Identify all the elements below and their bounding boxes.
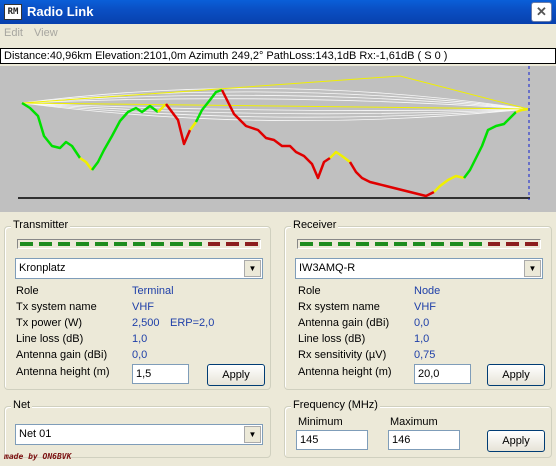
signal-segment-green (95, 242, 108, 246)
field-label: Tx power (W) (16, 317, 82, 329)
rx-signal-meter (297, 239, 541, 249)
menu-view[interactable]: View (34, 27, 58, 39)
line-of-sight (21, 75, 529, 110)
frequency-title: Frequency (MHz) (291, 399, 380, 411)
receiver-panel: Receiver IW3AMQ-R ▼ Antenna height (m) 2… (284, 219, 552, 390)
signal-segment-red (207, 242, 221, 246)
signal-segment-green (393, 242, 407, 246)
frequency-panel: Frequency (MHz) Minimum 145 Maximum 146 … (284, 399, 552, 458)
signal-segment-green (431, 242, 445, 246)
window-title: Radio Link (27, 4, 94, 19)
transmitter-title: Transmitter (11, 219, 71, 231)
signal-segment-green (132, 242, 146, 246)
rx-antenna-height-input[interactable]: 20,0 (414, 364, 471, 384)
field-value: VHF (414, 301, 436, 313)
signal-segment-green (300, 242, 313, 246)
signal-segment-green (38, 242, 52, 246)
signal-segment-red (226, 242, 240, 246)
signal-segment-green (151, 242, 165, 246)
signal-segment-green (450, 242, 463, 246)
frequency-min-label: Minimum (298, 416, 343, 428)
tx-antenna-height-input[interactable]: 1,5 (132, 364, 189, 384)
app-icon: RM (4, 4, 22, 20)
frequency-min-input[interactable]: 145 (296, 430, 368, 450)
field-value: Node (414, 285, 441, 297)
chevron-down-icon[interactable]: ▼ (244, 260, 261, 277)
net-panel: Net Net 01 ▼ (4, 399, 271, 458)
transmitter-panel: Transmitter Kronplatz ▼ Antenna height (… (4, 219, 271, 390)
signal-segment-green (57, 242, 71, 246)
terrain-profile (0, 66, 556, 212)
signal-segment-red (245, 242, 258, 246)
net-title: Net (11, 399, 33, 411)
title-bar: RM Radio Link ✕ (0, 0, 556, 24)
link-info-bar: Distance:40,96km Elevation:2101,0m Azimu… (0, 48, 556, 64)
frequency-max-input[interactable]: 146 (388, 430, 460, 450)
signal-segment-green (318, 242, 332, 246)
tx-signal-meter (17, 239, 261, 249)
field-value: Terminal (132, 285, 174, 297)
field-label: Line loss (dB) (16, 333, 84, 345)
receiver-title: Receiver (291, 219, 339, 231)
signal-segment-red (487, 242, 501, 246)
field-extra-value: ERP=2,0 (170, 317, 215, 329)
field-label: Line loss (dB) (298, 333, 366, 345)
field-value: 0,0 (414, 317, 430, 329)
signal-segment-green (188, 242, 202, 246)
field-label: Role (16, 285, 39, 297)
signal-segment-green (337, 242, 351, 246)
frequency-max-label: Maximum (390, 416, 438, 428)
tx-site-value: Kronplatz (19, 262, 66, 274)
rx-antenna-label: Antenna height (m) (298, 366, 392, 378)
tx-site-select[interactable]: Kronplatz ▼ (15, 258, 263, 279)
field-value: 0,75 (414, 349, 436, 361)
chevron-down-icon[interactable]: ▼ (244, 426, 261, 443)
signal-segment-green (76, 242, 90, 246)
field-label: Antenna gain (dBi) (298, 317, 390, 329)
signal-segment-red (506, 242, 520, 246)
signal-segment-green (170, 242, 183, 246)
frequency-apply-button[interactable]: Apply (487, 430, 545, 452)
signal-segment-green (375, 242, 388, 246)
field-label: Rx system name (298, 301, 380, 313)
signal-segment-green (468, 242, 482, 246)
rx-apply-button[interactable]: Apply (487, 364, 545, 386)
field-value: 1,0 (414, 333, 430, 345)
field-label: Role (298, 285, 321, 297)
chevron-down-icon[interactable]: ▼ (524, 260, 541, 277)
signal-segment-green (113, 242, 127, 246)
field-label: Antenna gain (dBi) (16, 349, 108, 361)
signal-segment-green (20, 242, 33, 246)
field-value: 2,500 (132, 317, 160, 329)
field-value: 1,0 (132, 333, 148, 345)
field-value: VHF (132, 301, 154, 313)
tx-antenna-label: Antenna height (m) (16, 366, 110, 378)
fresnel-zone (21, 88, 529, 122)
signal-segment-green (356, 242, 370, 246)
net-value: Net 01 (19, 428, 52, 440)
menu-bar: Edit View (0, 24, 556, 44)
rx-site-value: IW3AMQ-R (299, 262, 356, 274)
signal-segment-green (412, 242, 426, 246)
signal-segment-red (525, 242, 538, 246)
menu-edit[interactable]: Edit (4, 27, 23, 39)
field-value: 0,0 (132, 349, 148, 361)
credit-text: made by ON6BVK (4, 452, 72, 461)
net-select[interactable]: Net 01 ▼ (15, 424, 263, 445)
rx-site-select[interactable]: IW3AMQ-R ▼ (295, 258, 543, 279)
close-button[interactable]: ✕ (531, 2, 552, 22)
field-label: Tx system name (16, 301, 97, 313)
tx-apply-button[interactable]: Apply (207, 364, 265, 386)
field-label: Rx sensitivity (µV) (298, 349, 387, 361)
